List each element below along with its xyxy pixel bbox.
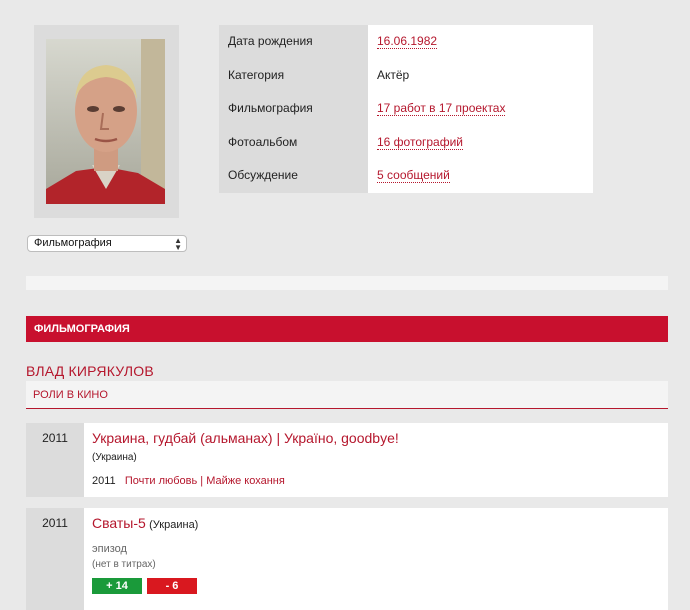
person-name: ВЛАД КИРЯКУЛОВ bbox=[26, 363, 154, 379]
roles-label[interactable]: РОЛИ В КИНО bbox=[33, 389, 108, 401]
film-card: 2011 Украина, гудбай (альманах) | Україн… bbox=[26, 423, 668, 497]
film-year: 2011 bbox=[26, 508, 84, 610]
info-value: Актёр bbox=[368, 58, 593, 93]
section-header: ФИЛЬМОГРАФИЯ bbox=[26, 316, 668, 342]
discussion-link[interactable]: 5 сообщений bbox=[377, 168, 450, 184]
vote-plus-button[interactable]: + 14 bbox=[92, 578, 142, 594]
film-credit: (нет в титрах) bbox=[92, 559, 156, 570]
info-value: 17 работ в 17 проектах bbox=[368, 92, 593, 126]
section-select[interactable]: Фильмография ▲ ▼ bbox=[27, 235, 187, 252]
info-value: 16.06.1982 bbox=[368, 25, 593, 59]
select-arrows-icon: ▲ ▼ bbox=[174, 236, 182, 252]
film-card: 2011 Сваты-5 (Украина) эпизод (нет в тит… bbox=[26, 508, 668, 610]
vote-buttons: + 14 - 6 bbox=[92, 578, 197, 594]
info-label: Фотоальбом bbox=[219, 125, 368, 160]
section-select-value: Фильмография bbox=[34, 237, 112, 249]
actor-photo[interactable] bbox=[46, 39, 165, 204]
film-country: (Украина) bbox=[149, 519, 199, 531]
film-year: 2011 bbox=[26, 423, 84, 497]
film-title-link[interactable]: Сваты-5 bbox=[92, 515, 146, 531]
film-country: (Украина) bbox=[92, 452, 137, 463]
info-table: Дата рождения 16.06.1982 Категория Актёр… bbox=[219, 25, 593, 193]
film-title-link[interactable]: Украина, гудбай (альманах) | Україно, go… bbox=[92, 430, 399, 446]
info-value: 5 сообщений bbox=[368, 159, 593, 193]
film-body: Сваты-5 (Украина) эпизод (нет в титрах) … bbox=[92, 508, 668, 610]
info-row-birthdate: Дата рождения 16.06.1982 bbox=[219, 25, 593, 59]
roles-subheader: РОЛИ В КИНО bbox=[26, 381, 668, 409]
film-segment: 2011 Почти любовь | Майже кохання bbox=[92, 475, 285, 487]
info-label: Обсуждение bbox=[219, 159, 368, 193]
info-label: Фильмография bbox=[219, 92, 368, 126]
info-row-discussion: Обсуждение 5 сообщений bbox=[219, 159, 593, 193]
film-role: эпизод bbox=[92, 543, 127, 555]
info-row-filmography: Фильмография 17 работ в 17 проектах bbox=[219, 92, 593, 126]
info-row-category: Категория Актёр bbox=[219, 58, 593, 93]
segment-year: 2011 bbox=[92, 475, 116, 487]
info-label: Дата рождения bbox=[219, 25, 368, 59]
vote-minus-button[interactable]: - 6 bbox=[147, 578, 197, 594]
photoalbum-link[interactable]: 16 фотографий bbox=[377, 134, 464, 150]
divider-bar bbox=[26, 276, 668, 290]
birthdate-link[interactable]: 16.06.1982 bbox=[377, 34, 438, 49]
info-value: 16 фотографий bbox=[368, 125, 593, 160]
film-title-line: Сваты-5 (Украина) bbox=[92, 515, 198, 531]
info-label: Категория bbox=[219, 58, 368, 93]
filmography-link[interactable]: 17 работ в 17 проектах bbox=[377, 101, 506, 117]
actor-photo-frame bbox=[34, 25, 179, 218]
film-body: Украина, гудбай (альманах) | Україно, go… bbox=[92, 423, 668, 497]
segment-title-link[interactable]: Почти любовь | Майже кохання bbox=[125, 475, 285, 487]
info-row-photoalbum: Фотоальбом 16 фотографий bbox=[219, 125, 593, 160]
